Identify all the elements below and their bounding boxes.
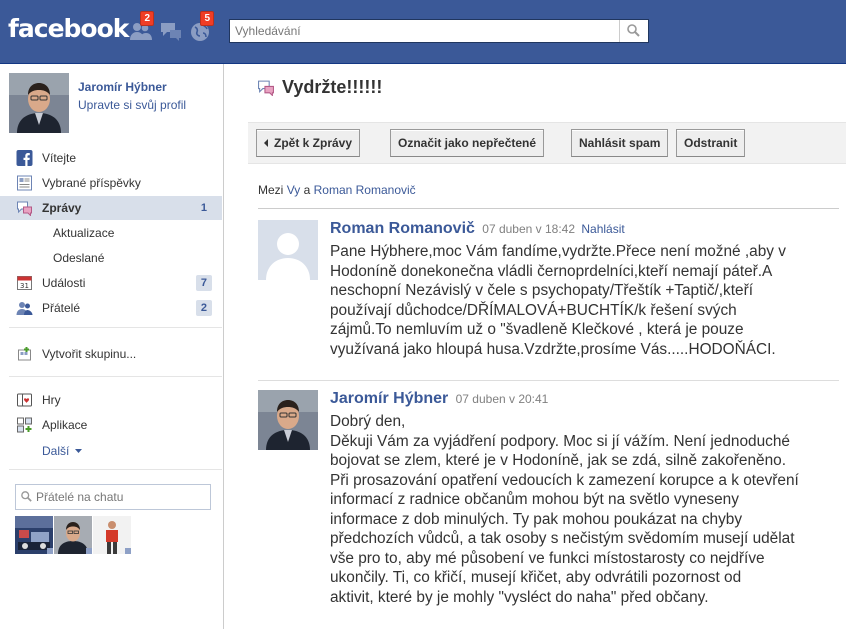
- mark-unread-button[interactable]: Označit jako nepřečtené: [390, 129, 545, 157]
- messages-icon: [258, 80, 274, 96]
- calendar-icon: 31: [17, 276, 32, 290]
- friends-icon: [16, 302, 33, 315]
- nav-item-messages[interactable]: Zprávy 1: [0, 196, 222, 220]
- nav-label: Hry: [42, 393, 61, 407]
- online-indicator: [125, 548, 131, 554]
- participants-divider: [258, 208, 839, 209]
- online-indicator: [86, 548, 92, 554]
- message-timestamp: 07 duben v 20:41: [455, 392, 549, 406]
- message-body: Pane Hýbhere,moc Vám fandíme,vydržte.Pře…: [330, 243, 786, 358]
- news-feed-icon: [17, 175, 32, 191]
- report-link[interactable]: Nahlásit: [581, 222, 624, 236]
- thread-participants: Mezi Vy a Roman Romanovič: [258, 183, 416, 197]
- search-button[interactable]: [619, 20, 648, 42]
- message-thread: Vydržte!!!!!! Zpět k Zprávy Označit jako…: [224, 64, 846, 629]
- message-item: Roman Romanovič 07 duben v 18:42 Nahlási…: [258, 220, 839, 380]
- notifications-globe-icon[interactable]: 5: [188, 11, 214, 44]
- more-dropdown[interactable]: Další: [42, 444, 82, 458]
- between-and: a: [303, 183, 311, 197]
- nav-item-games[interactable]: Hry: [0, 388, 222, 412]
- nav-label: Aplikace: [42, 418, 88, 432]
- top-bar: facebook 2 5: [0, 0, 846, 64]
- nav-label: Přátelé: [42, 301, 81, 315]
- thread-toolbar: Zpět k Zprávy Označit jako nepřečtené Na…: [248, 122, 846, 164]
- search-icon: [627, 24, 640, 37]
- search-input[interactable]: [230, 20, 620, 42]
- message-author-link[interactable]: Roman Romanovič: [330, 220, 475, 237]
- chat-search-box: [15, 484, 211, 510]
- report-spam-button[interactable]: Nahlásit spam: [571, 129, 669, 157]
- svg-text:31: 31: [20, 282, 29, 290]
- back-arrow-icon: [264, 139, 268, 147]
- nav-item-news-feed[interactable]: Vybrané příspěvky: [0, 171, 222, 195]
- delete-button[interactable]: Odstranit: [676, 129, 746, 157]
- friend-requests-icon[interactable]: 2: [128, 11, 154, 44]
- nav-label: Vybrané příspěvky: [42, 176, 141, 190]
- facebook-f-icon: [16, 150, 33, 166]
- participant-you-link[interactable]: Vy: [287, 183, 301, 197]
- thread-title: Vydržte!!!!!!: [282, 77, 383, 97]
- nav-divider: [9, 469, 222, 470]
- chevron-down-icon: [74, 449, 82, 453]
- nav-subitem-sent[interactable]: Odeslané: [53, 251, 104, 265]
- participant-link[interactable]: Roman Romanovič: [314, 183, 416, 197]
- back-label: Zpět k Zprávy: [274, 136, 353, 150]
- games-icon: [17, 393, 32, 407]
- nav-item-welcome[interactable]: Vítejte: [0, 146, 222, 170]
- left-sidebar: Jaromír Hýbner Upravte si svůj profil Ví…: [0, 64, 224, 629]
- messages-icon[interactable]: [158, 18, 184, 44]
- message-divider: [258, 380, 839, 381]
- between-prefix: Mezi: [258, 183, 284, 197]
- online-indicator: [47, 548, 53, 554]
- nav-label: Vytvořit skupinu...: [42, 347, 137, 361]
- message-header: Roman Romanovič 07 duben v 18:42 Nahlási…: [330, 220, 625, 238]
- message-header: Jaromír Hýbner 07 duben v 20:41: [330, 390, 548, 408]
- search-box: [229, 19, 649, 43]
- edit-profile-link[interactable]: Upravte si svůj profil: [78, 98, 186, 112]
- back-to-messages-button[interactable]: Zpět k Zprávy: [256, 129, 361, 157]
- nav-subitem-updates[interactable]: Aktualizace: [53, 226, 114, 240]
- message-body: Dobrý den, Děkuji Vám za vyjádření podpo…: [330, 413, 799, 606]
- nav-item-apps[interactable]: Aplikace: [0, 413, 222, 437]
- nav-item-events[interactable]: 31 Události 7: [0, 271, 222, 295]
- search-icon: [21, 491, 32, 502]
- friends-count-badge: 2: [195, 300, 212, 316]
- messages-count-badge: 1: [200, 202, 207, 214]
- nav-label: Události: [42, 276, 86, 290]
- chat-search-input[interactable]: [36, 485, 206, 509]
- apps-icon: [17, 417, 32, 433]
- nav-label: Vítejte: [42, 151, 77, 165]
- nav-item-create-group[interactable]: Vytvořit skupinu...: [0, 342, 222, 366]
- notifications-badge: 5: [200, 11, 214, 26]
- friend-requests-badge: 2: [140, 11, 154, 26]
- facebook-logo[interactable]: facebook: [8, 14, 129, 43]
- profile-avatar[interactable]: [9, 73, 69, 133]
- create-group-icon: [18, 347, 31, 361]
- nav-divider: [9, 327, 222, 328]
- nav-item-friends[interactable]: Přátelé 2: [0, 296, 222, 320]
- sender-avatar[interactable]: [258, 220, 318, 280]
- message-timestamp: 07 duben v 18:42: [482, 222, 576, 236]
- message-item: Jaromír Hýbner 07 duben v 20:41 Dobrý de…: [258, 390, 839, 620]
- message-author-link[interactable]: Jaromír Hýbner: [330, 390, 448, 407]
- nav-divider: [9, 376, 222, 377]
- more-label: Další: [42, 444, 70, 458]
- profile-name-link[interactable]: Jaromír Hýbner: [78, 80, 167, 94]
- nav-label: Zprávy: [42, 201, 82, 215]
- sender-avatar[interactable]: [258, 390, 318, 450]
- messages-icon: [17, 201, 32, 216]
- events-count-badge: 7: [195, 275, 212, 291]
